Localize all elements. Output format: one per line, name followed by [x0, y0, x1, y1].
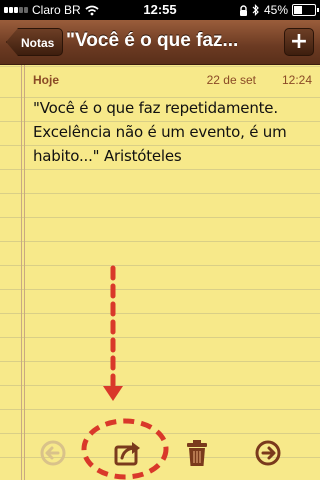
- status-right: 45%: [239, 3, 319, 17]
- note-time: 12:24: [281, 73, 312, 87]
- note-date: 22 de set: [206, 73, 256, 87]
- trash-icon[interactable]: [182, 438, 212, 468]
- margin-line: [24, 65, 25, 480]
- battery-percent: 45%: [263, 3, 288, 17]
- lock-icon: [239, 4, 247, 16]
- bluetooth-icon: [252, 4, 259, 16]
- navigation-bar: Notas "Você é o que faz... +: [0, 20, 320, 65]
- previous-icon[interactable]: [38, 438, 68, 468]
- add-note-button[interactable]: +: [284, 28, 314, 56]
- status-bar: Claro BR 12:55 45%: [0, 0, 320, 20]
- note-day: Hoje: [33, 73, 60, 87]
- margin-line: [21, 65, 22, 480]
- next-icon[interactable]: [253, 438, 283, 468]
- bottom-toolbar: [0, 430, 320, 480]
- note-header: Hoje 22 de set 12:24: [33, 73, 312, 91]
- battery-icon: [292, 4, 319, 16]
- note-body-text[interactable]: "Você é o que faz repetidamente. Excelên…: [33, 96, 313, 168]
- back-button[interactable]: Notas: [6, 28, 64, 56]
- note-paper[interactable]: Hoje 22 de set 12:24 "Você é o que faz r…: [0, 65, 320, 480]
- page-title: "Você é o que faz...: [66, 30, 239, 51]
- share-icon[interactable]: [112, 438, 142, 468]
